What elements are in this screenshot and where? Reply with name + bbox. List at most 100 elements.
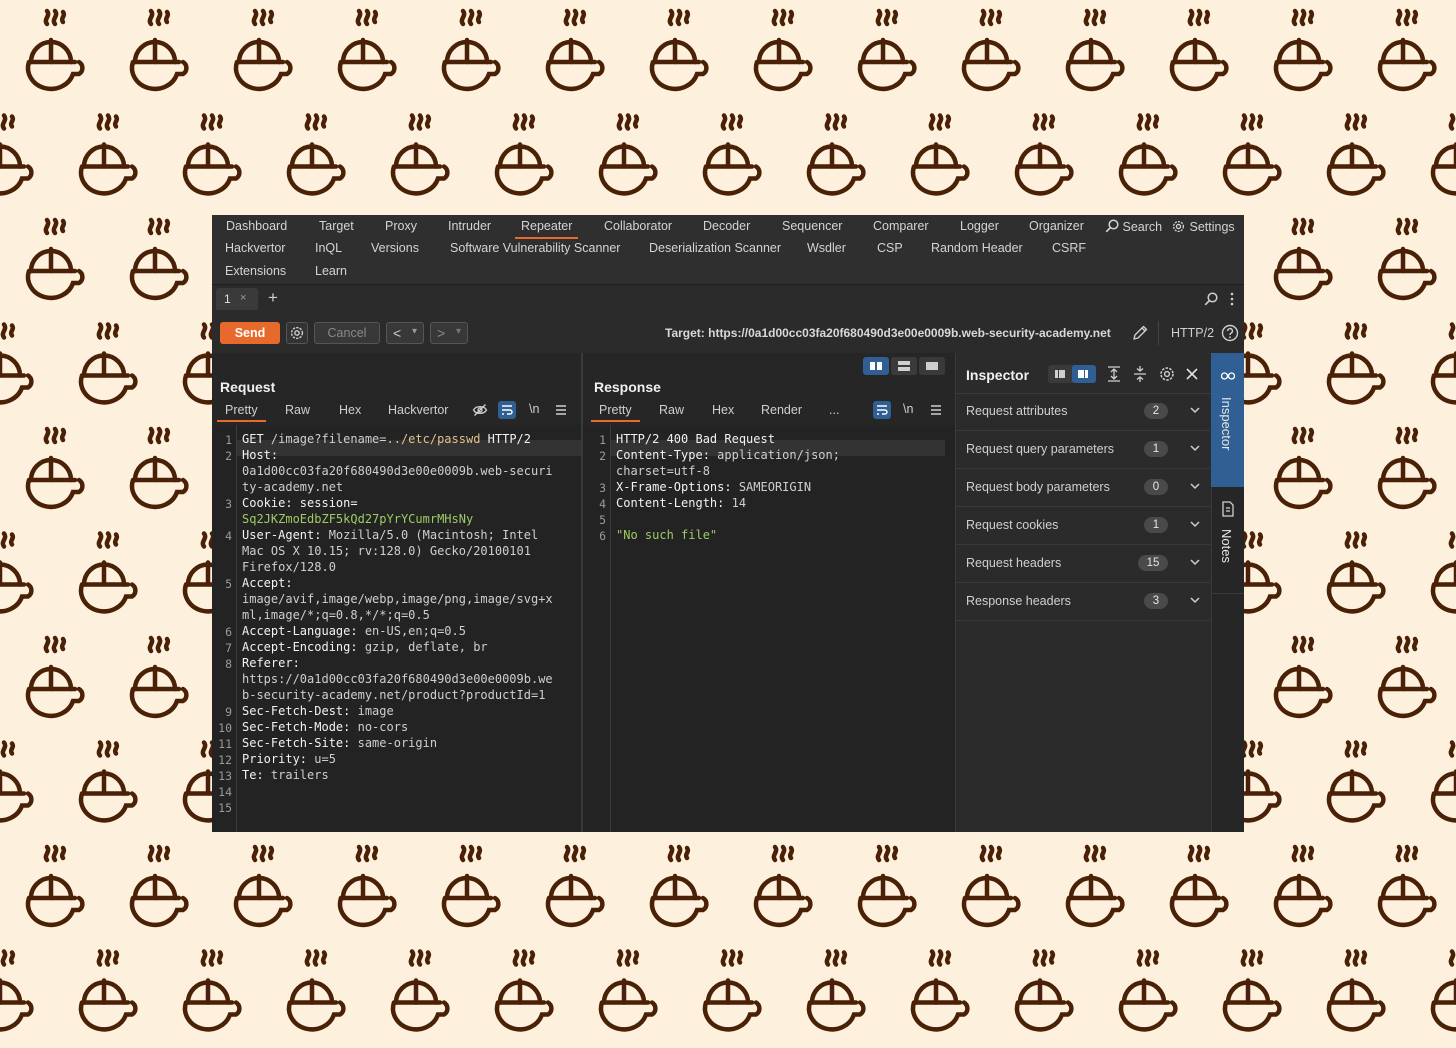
next-request-button[interactable]: > ▾ [430, 322, 468, 344]
wrap-toggle-button[interactable] [498, 401, 516, 419]
layout-tabs-button[interactable] [919, 357, 945, 375]
line-number: 4 [225, 529, 232, 543]
coffee-cup-logo [1068, 11, 1122, 89]
code-line: HTTP/2 400 Bad Request [616, 432, 775, 446]
code-line: ml,image/*;q=0.8,*/*;q=0.5 [242, 608, 430, 622]
newline-toggle[interactable]: \n [529, 402, 539, 416]
menu-random-header[interactable]: Random Header [931, 241, 1023, 255]
code-line: Accept: [242, 576, 293, 590]
settings-label: Settings [1189, 220, 1235, 234]
chevron-down-icon[interactable] [1188, 517, 1202, 531]
menu-sequencer[interactable]: Sequencer [782, 219, 842, 233]
coffee-cup-logo [185, 952, 239, 1030]
inspector-row[interactable]: Request cookies 1 [956, 507, 1210, 545]
layout-side-by-side-button[interactable] [863, 357, 889, 375]
request-tab-raw[interactable]: Raw [285, 403, 310, 417]
cancel-button[interactable]: Cancel [314, 322, 380, 344]
menu-proxy[interactable]: Proxy [385, 219, 417, 233]
response-tab-raw[interactable]: Raw [659, 403, 684, 417]
menu-organizer[interactable]: Organizer [1029, 219, 1084, 233]
chevron-down-icon[interactable] [1188, 441, 1202, 455]
response-tab-pretty[interactable]: Pretty [591, 403, 640, 422]
response-editor[interactable]: 1 HTTP/2 400 Bad Request 2 Content-Type: ap… [583, 425, 955, 832]
expand-all-icon[interactable] [1106, 365, 1122, 383]
line-number: 3 [599, 481, 606, 495]
more-options-icon[interactable] [1229, 292, 1235, 306]
chevron-down-icon[interactable] [1188, 403, 1202, 417]
newline-toggle[interactable]: \n [903, 402, 913, 416]
menu-target[interactable]: Target [319, 219, 354, 233]
menu-learn[interactable]: Learn [315, 264, 347, 278]
inspector-row[interactable]: Request attributes 2 [956, 393, 1210, 431]
menu-versions[interactable]: Versions [371, 241, 419, 255]
inspector-row[interactable]: Request body parameters 0 [956, 469, 1210, 507]
hide-eye-icon[interactable] [472, 402, 488, 418]
inspector-row[interactable]: Request query parameters 1 [956, 431, 1210, 469]
request-tab-hackvertor[interactable]: Hackvertor [388, 403, 448, 417]
repeater-tab-1[interactable]: 1 × [216, 288, 258, 310]
menu-wsdler[interactable]: Wsdler [807, 241, 846, 255]
menu-logger[interactable]: Logger [960, 219, 999, 233]
menu-hackvertor[interactable]: Hackvertor [225, 241, 285, 255]
coffee-cup-logo [289, 952, 343, 1030]
response-tab-hex[interactable]: Hex [712, 403, 734, 417]
wrap-toggle-button[interactable] [873, 401, 891, 419]
menu-extensions[interactable]: Extensions [225, 264, 286, 278]
line-number: 6 [225, 625, 232, 639]
send-button[interactable]: Send [220, 322, 280, 344]
code-line: Sec-Fetch-Mode: no-cors [242, 720, 409, 734]
request-tab-pretty[interactable]: Pretty [217, 403, 266, 422]
dropdown-arrow-icon[interactable]: ▾ [412, 326, 417, 337]
dropdown-arrow-icon[interactable]: ▾ [456, 326, 461, 337]
inspector-layout-toggle[interactable] [1048, 365, 1096, 383]
request-tab-hex[interactable]: Hex [339, 403, 361, 417]
response-tab-more[interactable]: ... [829, 403, 839, 417]
collapse-all-icon[interactable] [1132, 365, 1148, 383]
menu-deserialization-scanner[interactable]: Deserialization Scanner [649, 241, 781, 255]
layout-stacked-button[interactable] [891, 357, 917, 375]
sidebar-tab-inspector[interactable]: Inspector [1211, 353, 1244, 487]
count-badge: 2 [1144, 403, 1168, 419]
help-icon[interactable] [1221, 324, 1239, 342]
menu-intruder[interactable]: Intruder [448, 219, 491, 233]
inspector-row[interactable]: Response headers 3 [956, 583, 1210, 621]
line-number: 15 [218, 801, 232, 815]
coffee-cup-logo [393, 116, 447, 194]
menu-collaborator[interactable]: Collaborator [604, 219, 672, 233]
menu-lines-icon[interactable] [555, 404, 567, 416]
chevron-down-icon[interactable] [1188, 479, 1202, 493]
send-options-button[interactable] [286, 322, 308, 344]
menu-lines-icon[interactable] [930, 404, 942, 416]
close-icon[interactable] [1185, 367, 1199, 381]
add-tab-button[interactable]: + [268, 288, 278, 308]
rows-icon [898, 361, 910, 371]
menu-inql[interactable]: InQL [315, 241, 342, 255]
edit-pencil-icon[interactable] [1131, 324, 1149, 342]
code-line: Cookie: session= [242, 496, 358, 510]
response-tab-render[interactable]: Render [761, 403, 802, 417]
menu-settings[interactable]: Settings [1171, 219, 1235, 234]
protocol-label[interactable]: HTTP/2 [1171, 326, 1214, 340]
coffee-cup-logo [1329, 743, 1383, 821]
chevron-down-icon[interactable] [1188, 593, 1202, 607]
coffee-cup-logo [0, 743, 31, 821]
search-icon[interactable] [1204, 292, 1218, 306]
menu-decoder[interactable]: Decoder [703, 219, 750, 233]
inspector-row[interactable]: Request headers 15 [956, 545, 1210, 583]
menu-repeater[interactable]: Repeater [514, 219, 579, 239]
coffee-cup-logo [1276, 638, 1330, 716]
tab-close-icon[interactable]: × [240, 292, 246, 304]
coffee-cup-logo [1172, 847, 1226, 925]
menu-search[interactable]: Search [1105, 219, 1162, 234]
chevron-down-icon[interactable] [1188, 555, 1202, 569]
menu-comparer[interactable]: Comparer [873, 219, 929, 233]
menu-csp[interactable]: CSP [877, 241, 903, 255]
menu-dashboard[interactable]: Dashboard [226, 219, 287, 233]
word-wrap-icon [877, 405, 888, 415]
menu-csrf[interactable]: CSRF [1052, 241, 1086, 255]
request-editor[interactable]: 1 GET /image?filename=../etc/passwd HTTP/… [212, 425, 581, 832]
sidebar-tab-notes[interactable]: Notes [1211, 487, 1244, 594]
menu-software-vulnerability-scanner[interactable]: Software Vulnerability Scanner [450, 241, 620, 255]
previous-request-button[interactable]: < ▾ [386, 322, 424, 344]
gear-icon[interactable] [1158, 365, 1176, 383]
